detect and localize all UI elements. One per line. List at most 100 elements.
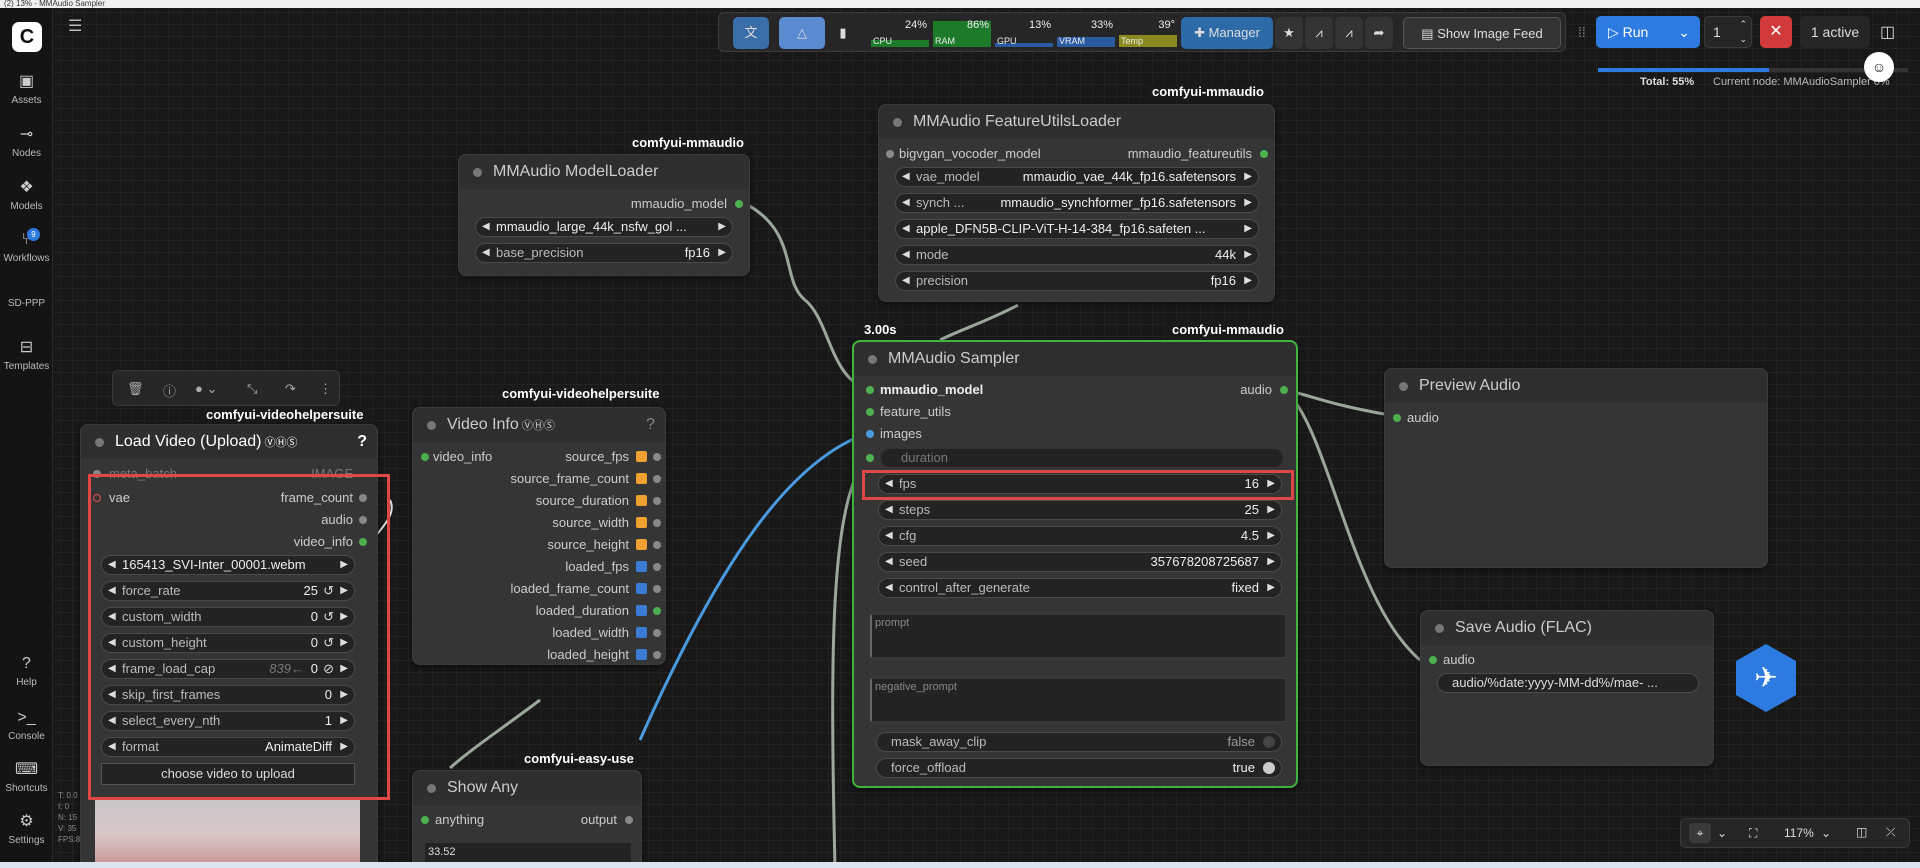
active-queue-button[interactable]: 1 active <box>1800 16 1870 48</box>
control-after-generate-widget[interactable]: ◀ control_after_generate fixed ▶ <box>878 578 1282 598</box>
fit-view-icon[interactable]: ⛶ <box>1749 826 1757 841</box>
help-icon[interactable]: ? <box>646 408 655 442</box>
sidebar-item-workflows[interactable]: ⑂ 9 Workflows <box>0 228 53 264</box>
mask-away-clip-toggle[interactable]: mask_away_clip false <box>876 732 1282 752</box>
node-video-info[interactable]: Video Info ⓋⒽⓈ? video_info source_fps so… <box>412 407 666 665</box>
model-select[interactable]: ◀ mmaudio_large_44k_nsfw_gol ... ▶ <box>475 217 733 237</box>
prompt-textarea[interactable]: prompt <box>870 614 1286 658</box>
collapse-dot[interactable] <box>473 168 482 177</box>
show-image-feed-button[interactable]: ▤ Show Image Feed <box>1403 17 1561 49</box>
output-socket[interactable] <box>653 475 661 483</box>
pyramid-icon[interactable]: △ <box>779 17 825 49</box>
share-icon[interactable]: ➦ <box>1365 17 1393 49</box>
node-header[interactable]: MMAudio ModelLoader <box>459 155 749 189</box>
seed-widget[interactable]: ◀ seed 357678208725687 ▶ <box>878 552 1282 572</box>
negative-prompt-textarea[interactable]: negative_prompt <box>870 678 1286 722</box>
sidebar-item-shortcuts[interactable]: ⌨ Shortcuts <box>0 760 53 794</box>
input-socket[interactable] <box>1429 656 1437 664</box>
info-icon[interactable]: ⓘ <box>163 381 176 400</box>
collapse-dot[interactable] <box>95 438 104 447</box>
output-socket[interactable] <box>653 563 661 571</box>
input-socket[interactable] <box>866 408 874 416</box>
input-socket[interactable] <box>866 454 874 462</box>
chevron-down-icon[interactable]: ⌄ <box>1717 826 1727 840</box>
output-socket[interactable] <box>1280 386 1288 394</box>
filename-prefix-input[interactable]: audio/%date:yyyy-MM-dd%/mae- ... <box>1437 673 1699 693</box>
collapse-dot[interactable] <box>427 421 436 430</box>
help-icon[interactable]: ? <box>357 425 367 459</box>
node-header[interactable]: Save Audio (FLAC) <box>1421 611 1713 645</box>
force-offload-toggle[interactable]: force_offload true <box>876 758 1282 778</box>
comfyui-canvas[interactable]: (2) 13% - MMAudio Sampler C ▣ Assets ⊸ Nod… <box>0 0 1920 868</box>
bookmark-icon[interactable]: ▮ <box>829 17 857 49</box>
output-socket[interactable] <box>735 200 743 208</box>
zoom-level[interactable]: 117% <box>1784 826 1814 840</box>
output-socket[interactable] <box>1260 150 1268 158</box>
input-socket[interactable] <box>886 150 894 158</box>
output-socket[interactable] <box>653 519 661 527</box>
menu-icon[interactable]: ☰ <box>68 16 82 36</box>
input-socket[interactable] <box>421 816 429 824</box>
comfy-logo[interactable]: C <box>12 22 42 52</box>
collapse-dot[interactable] <box>868 355 877 364</box>
output-socket[interactable] <box>653 651 661 659</box>
output-socket[interactable] <box>653 585 661 593</box>
input-socket[interactable] <box>866 430 874 438</box>
steps-widget[interactable]: ◀ steps 25 ▶ <box>878 500 1282 520</box>
translate-icon[interactable]: 文 <box>733 17 769 49</box>
more-icon[interactable]: ⋮ <box>319 381 332 397</box>
precision-select[interactable]: ◀ precision fp16 ▶ <box>895 271 1259 291</box>
manager-button[interactable]: ✚ Manager <box>1181 17 1273 49</box>
node-header[interactable]: Preview Audio <box>1385 369 1767 403</box>
copilot-icon[interactable]: ☺ <box>1864 52 1894 82</box>
cfg-widget[interactable]: ◀ cfg 4.5 ▶ <box>878 526 1282 546</box>
duration-widget[interactable]: duration <box>880 448 1284 468</box>
pointer-icon[interactable]: ⌖ <box>1689 823 1711 843</box>
node-header[interactable]: Video Info ⓋⒽⓈ? <box>413 408 665 442</box>
sidebar-item-help[interactable]: ? Help <box>0 654 53 688</box>
star-icon[interactable]: ★ <box>1275 17 1303 49</box>
input-socket[interactable] <box>421 453 429 461</box>
node-header[interactable]: MMAudio Sampler <box>854 342 1296 376</box>
link-visibility-icon[interactable]: ⤫ <box>1886 825 1896 840</box>
trash-icon[interactable]: 🗑 <box>127 381 144 397</box>
sidebar-item-nodes[interactable]: ⊸ Nodes <box>0 125 53 159</box>
base-precision-select[interactable]: ◀ base_precision fp16 ▶ <box>475 243 733 263</box>
stepper-icon[interactable]: ⌃ ⌄ <box>1739 17 1747 47</box>
vae-model-select[interactable]: ◀ vae_model mmaudio_vae_44k_fp16.safetenso… <box>895 167 1259 187</box>
run-button[interactable]: ▷ Run ⌄ <box>1596 16 1700 48</box>
collapse-dot[interactable] <box>427 784 436 793</box>
node-mmaudio-featureutilsloader[interactable]: MMAudio FeatureUtilsLoader bigvgan_vocod… <box>878 104 1275 302</box>
sidebar-item-models[interactable]: ❖ Models <box>0 178 53 212</box>
sidebar-item-templates[interactable]: ⊟ Templates <box>0 338 53 372</box>
batch-count-input[interactable]: 1 ⌃ ⌄ <box>1704 16 1752 48</box>
panel-toggle-icon[interactable]: ◫ <box>1880 22 1895 42</box>
color-icon[interactable]: ● ⌄ <box>195 381 217 397</box>
output-socket[interactable] <box>653 607 661 615</box>
node-show-any[interactable]: Show Any anything output 33.52 <box>412 770 642 868</box>
input-socket[interactable] <box>1393 414 1401 422</box>
collapse-dot[interactable] <box>1399 382 1408 391</box>
sidebar-item-assets[interactable]: ▣ Assets <box>0 72 53 106</box>
sidebar-item-settings[interactable]: ⚙ Settings <box>0 812 53 846</box>
node-header[interactable]: Load Video (Upload) ⓋⒽⓈ? <box>81 425 377 459</box>
minimap-icon[interactable]: ◫ <box>1856 825 1867 839</box>
drag-handle-icon[interactable]: ⁞⁞ <box>1578 24 1586 40</box>
hat2-icon[interactable]: ⩘ <box>1335 17 1363 49</box>
collapse-icon[interactable]: ⤡ <box>247 381 257 397</box>
node-mmaudio-modelloader[interactable]: MMAudio ModelLoader mmaudio_model ◀ mmaud… <box>458 154 750 276</box>
output-socket[interactable] <box>625 816 633 824</box>
node-save-audio[interactable]: Save Audio (FLAC) audio audio/%date:yyyy… <box>1420 610 1714 766</box>
synchformer-select[interactable]: ◀ synch ... mmaudio_synchformer_fp16.safet… <box>895 193 1259 213</box>
mode-select[interactable]: ◀ mode 44k ▶ <box>895 245 1259 265</box>
sidebar-item-console[interactable]: >_ Console <box>0 708 53 742</box>
clip-model-select[interactable]: ◀ apple_DFN5B-CLIP-ViT-H-14-384_fp16.safe… <box>895 219 1259 239</box>
collapse-dot[interactable] <box>1435 624 1444 633</box>
node-mmaudio-sampler[interactable]: MMAudio Sampler mmaudio_model feature_ut… <box>852 340 1298 788</box>
chevron-down-icon[interactable]: ⌄ <box>1821 826 1831 840</box>
chevron-down-icon[interactable]: ⌄ <box>1678 16 1690 48</box>
output-socket[interactable] <box>653 497 661 505</box>
sidebar-item-sd-ppp[interactable]: SD-PPP <box>0 298 53 309</box>
output-socket[interactable] <box>653 541 661 549</box>
output-socket[interactable] <box>653 629 661 637</box>
